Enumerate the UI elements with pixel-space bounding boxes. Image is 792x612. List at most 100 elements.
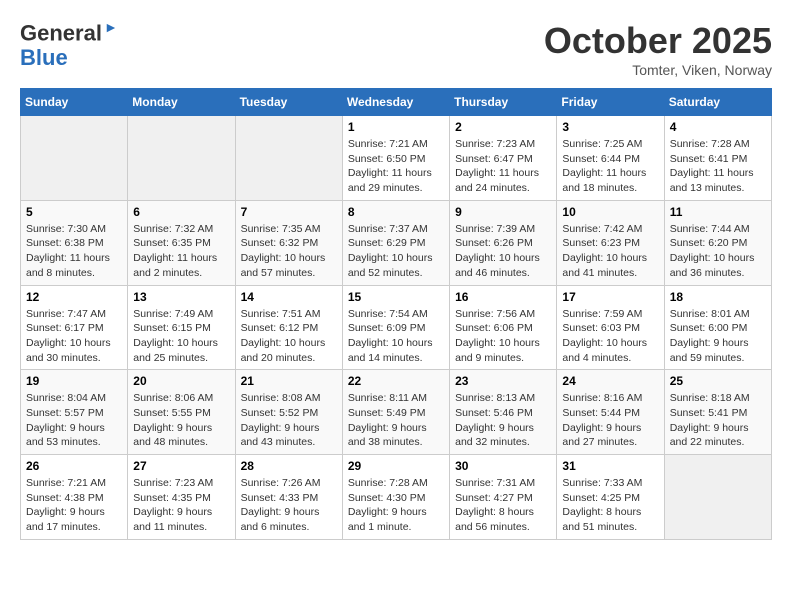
page-header: General► Blue October 2025 Tomter, Viken… bbox=[20, 20, 772, 78]
day-number: 11 bbox=[670, 205, 766, 219]
calendar-cell: 26 Sunrise: 7:21 AMSunset: 4:38 PMDayligh… bbox=[21, 455, 128, 540]
day-info: Sunrise: 8:11 AMSunset: 5:49 PMDaylight:… bbox=[348, 391, 444, 450]
day-info: Sunrise: 7:28 AMSunset: 4:30 PMDaylight:… bbox=[348, 476, 444, 535]
calendar-cell: 7Sunrise: 7:35 AMSunset: 6:32 PMDaylight… bbox=[235, 200, 342, 285]
day-number: 8 bbox=[348, 205, 444, 219]
calendar-cell: 28Sunrise: 7:26 AMSunset: 4:33 PMDayligh… bbox=[235, 455, 342, 540]
day-info: Sunrise: 7:47 AMSunset: 6:17 PMDaylight:… bbox=[26, 307, 122, 366]
day-number: 2 bbox=[455, 120, 551, 134]
day-info: Sunrise: 7:31 AMSunset: 4:27 PMDaylight:… bbox=[455, 476, 551, 535]
day-info: Sunrise: 7:30 AMSunset: 6:38 PMDaylight:… bbox=[26, 222, 122, 281]
calendar-cell bbox=[235, 116, 342, 201]
column-header-wednesday: Wednesday bbox=[342, 89, 449, 116]
day-info: Sunrise: 8:01 AMSunset: 6:00 PMDaylight:… bbox=[670, 307, 766, 366]
calendar-cell: 10 Sunrise: 7:42 AMSunset: 6:23 PMDayligh… bbox=[557, 200, 664, 285]
day-number: 5 bbox=[26, 205, 122, 219]
column-header-friday: Friday bbox=[557, 89, 664, 116]
month-title: October 2025 bbox=[544, 20, 772, 62]
day-number: 16 bbox=[455, 290, 551, 304]
calendar-cell: 12Sunrise: 7:47 AMSunset: 6:17 PMDayligh… bbox=[21, 285, 128, 370]
column-header-tuesday: Tuesday bbox=[235, 89, 342, 116]
calendar-week-row: 1Sunrise: 7:21 AMSunset: 6:50 PMDaylight… bbox=[21, 116, 772, 201]
calendar-cell: 21 Sunrise: 8:08 AMSunset: 5:52 PMDayligh… bbox=[235, 370, 342, 455]
calendar-header-row: SundayMondayTuesdayWednesdayThursdayFrid… bbox=[21, 89, 772, 116]
day-number: 15 bbox=[348, 290, 444, 304]
day-info: Sunrise: 7:32 AMSunset: 6:35 PMDaylight:… bbox=[133, 222, 229, 281]
day-info: Sunrise: 7:37 AMSunset: 6:29 PMDaylight:… bbox=[348, 222, 444, 281]
day-info: Sunrise: 7:23 AMSunset: 6:47 PMDaylight:… bbox=[455, 137, 551, 196]
calendar-cell: 18 Sunrise: 8:01 AMSunset: 6:00 PMDayligh… bbox=[664, 285, 771, 370]
day-info: Sunrise: 7:42 AMSunset: 6:23 PMDaylight:… bbox=[562, 222, 658, 281]
day-number: 24 bbox=[562, 374, 658, 388]
day-number: 29 bbox=[348, 459, 444, 473]
day-number: 1 bbox=[348, 120, 444, 134]
day-number: 14 bbox=[241, 290, 337, 304]
day-number: 27 bbox=[133, 459, 229, 473]
calendar-cell: 17 Sunrise: 7:59 AMSunset: 6:03 PMDayligh… bbox=[557, 285, 664, 370]
calendar-cell: 29 Sunrise: 7:28 AMSunset: 4:30 PMDayligh… bbox=[342, 455, 449, 540]
calendar-cell: 27 Sunrise: 7:23 AMSunset: 4:35 PMDayligh… bbox=[128, 455, 235, 540]
calendar-cell: 4Sunrise: 7:28 AMSunset: 6:41 PMDaylight… bbox=[664, 116, 771, 201]
day-info: Sunrise: 7:44 AMSunset: 6:20 PMDaylight:… bbox=[670, 222, 766, 281]
day-number: 6 bbox=[133, 205, 229, 219]
day-info: Sunrise: 7:21 AMSunset: 4:38 PMDaylight:… bbox=[26, 476, 122, 535]
day-info: Sunrise: 7:26 AMSunset: 4:33 PMDaylight:… bbox=[241, 476, 337, 535]
logo-blue: Blue bbox=[20, 45, 68, 70]
logo-general: General bbox=[20, 20, 102, 45]
calendar-cell: 22 Sunrise: 8:11 AMSunset: 5:49 PMDayligh… bbox=[342, 370, 449, 455]
day-info: Sunrise: 8:16 AMSunset: 5:44 PMDaylight:… bbox=[562, 391, 658, 450]
day-number: 10 bbox=[562, 205, 658, 219]
calendar-table: SundayMondayTuesdayWednesdayThursdayFrid… bbox=[20, 88, 772, 540]
calendar-cell: 24 Sunrise: 8:16 AMSunset: 5:44 PMDayligh… bbox=[557, 370, 664, 455]
day-number: 17 bbox=[562, 290, 658, 304]
calendar-cell: 19Sunrise: 8:04 AMSunset: 5:57 PMDayligh… bbox=[21, 370, 128, 455]
day-info: Sunrise: 8:18 AMSunset: 5:41 PMDaylight:… bbox=[670, 391, 766, 450]
day-number: 9 bbox=[455, 205, 551, 219]
day-number: 4 bbox=[670, 120, 766, 134]
calendar-cell: 16 Sunrise: 7:56 AMSunset: 6:06 PMDayligh… bbox=[450, 285, 557, 370]
day-info: Sunrise: 8:06 AMSunset: 5:55 PMDaylight:… bbox=[133, 391, 229, 450]
calendar-cell: 20 Sunrise: 8:06 AMSunset: 5:55 PMDayligh… bbox=[128, 370, 235, 455]
calendar-week-row: 26 Sunrise: 7:21 AMSunset: 4:38 PMDayligh… bbox=[21, 455, 772, 540]
day-info: Sunrise: 8:04 AMSunset: 5:57 PMDaylight:… bbox=[26, 391, 122, 450]
day-number: 22 bbox=[348, 374, 444, 388]
calendar-week-row: 19Sunrise: 8:04 AMSunset: 5:57 PMDayligh… bbox=[21, 370, 772, 455]
day-info: Sunrise: 8:13 AMSunset: 5:46 PMDaylight:… bbox=[455, 391, 551, 450]
calendar-cell: 31 Sunrise: 7:33 AMSunset: 4:25 PMDayligh… bbox=[557, 455, 664, 540]
calendar-cell: 2 Sunrise: 7:23 AMSunset: 6:47 PMDaylight… bbox=[450, 116, 557, 201]
calendar-cell: 8 Sunrise: 7:37 AMSunset: 6:29 PMDaylight… bbox=[342, 200, 449, 285]
day-number: 26 bbox=[26, 459, 122, 473]
calendar-cell bbox=[664, 455, 771, 540]
calendar-cell: 3 Sunrise: 7:25 AMSunset: 6:44 PMDaylight… bbox=[557, 116, 664, 201]
day-info: Sunrise: 7:49 AMSunset: 6:15 PMDaylight:… bbox=[133, 307, 229, 366]
day-number: 30 bbox=[455, 459, 551, 473]
location: Tomter, Viken, Norway bbox=[544, 62, 772, 78]
calendar-cell: 25 Sunrise: 8:18 AMSunset: 5:41 PMDayligh… bbox=[664, 370, 771, 455]
day-number: 31 bbox=[562, 459, 658, 473]
day-info: Sunrise: 7:25 AMSunset: 6:44 PMDaylight:… bbox=[562, 137, 658, 196]
calendar-cell: 11 Sunrise: 7:44 AMSunset: 6:20 PMDayligh… bbox=[664, 200, 771, 285]
day-number: 21 bbox=[241, 374, 337, 388]
column-header-saturday: Saturday bbox=[664, 89, 771, 116]
day-info: Sunrise: 7:56 AMSunset: 6:06 PMDaylight:… bbox=[455, 307, 551, 366]
calendar-cell: 14 Sunrise: 7:51 AMSunset: 6:12 PMDayligh… bbox=[235, 285, 342, 370]
column-header-sunday: Sunday bbox=[21, 89, 128, 116]
day-info: Sunrise: 7:23 AMSunset: 4:35 PMDaylight:… bbox=[133, 476, 229, 535]
day-number: 3 bbox=[562, 120, 658, 134]
calendar-week-row: 12Sunrise: 7:47 AMSunset: 6:17 PMDayligh… bbox=[21, 285, 772, 370]
day-info: Sunrise: 7:51 AMSunset: 6:12 PMDaylight:… bbox=[241, 307, 337, 366]
calendar-cell: 15Sunrise: 7:54 AMSunset: 6:09 PMDayligh… bbox=[342, 285, 449, 370]
day-number: 25 bbox=[670, 374, 766, 388]
day-info: Sunrise: 7:59 AMSunset: 6:03 PMDaylight:… bbox=[562, 307, 658, 366]
title-block: October 2025 Tomter, Viken, Norway bbox=[544, 20, 772, 78]
day-number: 20 bbox=[133, 374, 229, 388]
day-number: 18 bbox=[670, 290, 766, 304]
day-info: Sunrise: 8:08 AMSunset: 5:52 PMDaylight:… bbox=[241, 391, 337, 450]
calendar-cell: 13Sunrise: 7:49 AMSunset: 6:15 PMDayligh… bbox=[128, 285, 235, 370]
column-header-thursday: Thursday bbox=[450, 89, 557, 116]
day-number: 7 bbox=[241, 205, 337, 219]
calendar-cell: 30 Sunrise: 7:31 AMSunset: 4:27 PMDayligh… bbox=[450, 455, 557, 540]
calendar-week-row: 5 Sunrise: 7:30 AMSunset: 6:38 PMDaylight… bbox=[21, 200, 772, 285]
day-info: Sunrise: 7:33 AMSunset: 4:25 PMDaylight:… bbox=[562, 476, 658, 535]
calendar-cell: 23Sunrise: 8:13 AMSunset: 5:46 PMDayligh… bbox=[450, 370, 557, 455]
